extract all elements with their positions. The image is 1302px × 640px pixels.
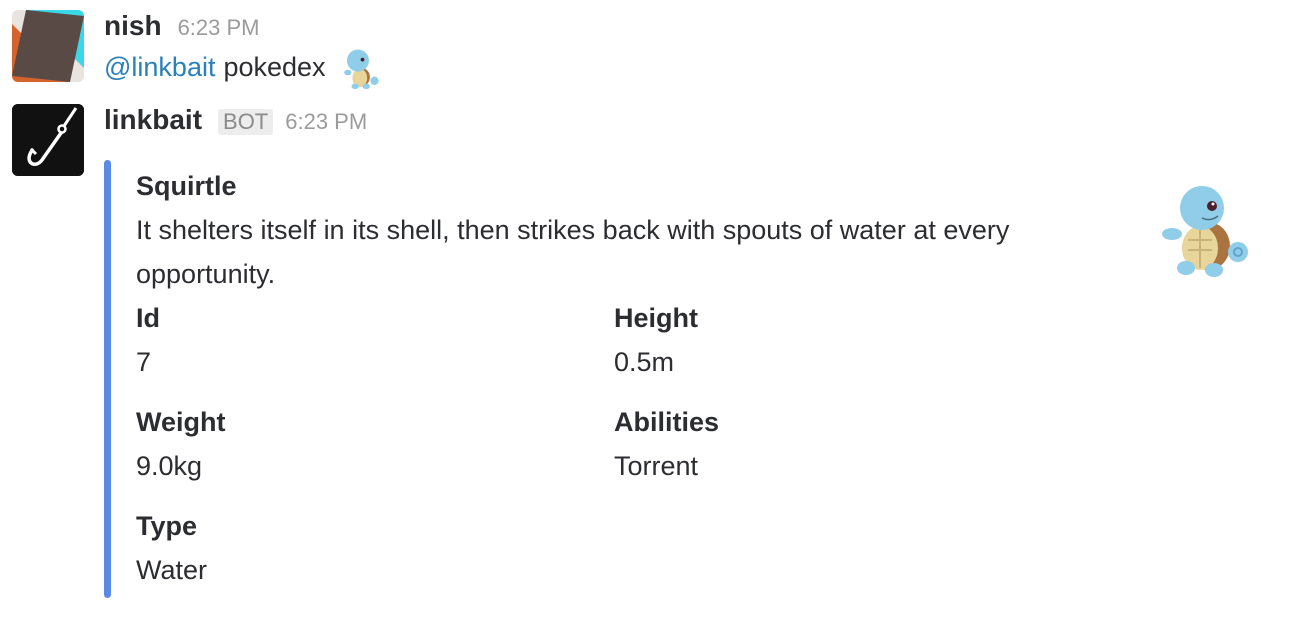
message-nish: nish 6:23 PM @linkbait pokedex (12, 10, 1282, 90)
field-title: Weight (136, 407, 226, 437)
field-value: 0.5m (614, 347, 675, 377)
field-value: 9.0kg (136, 451, 203, 481)
field-weight: Weight 9.0kg (136, 400, 614, 488)
user-mention[interactable]: @linkbait (104, 47, 215, 87)
sender-name[interactable]: nish (104, 10, 162, 42)
field-type: Type Water (136, 504, 614, 592)
field-value: Torrent (614, 451, 699, 481)
timestamp[interactable]: 6:23 PM (285, 109, 367, 135)
message-text: @linkbait pokedex (104, 44, 1282, 90)
avatar-nish[interactable] (12, 10, 84, 82)
attachment-text: It shelters itself in its shell, then st… (136, 215, 1010, 289)
field-height: Height 0.5m (614, 296, 1014, 384)
sender-name[interactable]: linkbait (104, 104, 202, 136)
avatar-nish-icon (12, 10, 84, 82)
avatar-linkbait[interactable] (12, 104, 84, 176)
fish-hook-icon (12, 104, 84, 176)
attachment-accent-bar (104, 160, 111, 598)
message-linkbait: linkbait BOT 6:23 PM Squirtle It shelter… (12, 104, 1282, 604)
squirtle-emoji-icon (334, 44, 380, 90)
pokedex-attachment: Squirtle It shelters itself in its shell… (104, 160, 1264, 598)
squirtle-icon[interactable] (1150, 178, 1250, 278)
field-title: Abilities (614, 407, 720, 437)
field-value: Water (136, 555, 208, 585)
timestamp[interactable]: 6:23 PM (178, 15, 260, 41)
message-body: pokedex (223, 52, 326, 82)
field-title: Height (614, 303, 698, 333)
field-id: Id 7 (136, 296, 614, 384)
field-title: Id (136, 303, 160, 333)
field-abilities: Abilities Torrent (614, 400, 1014, 488)
bot-badge: BOT (218, 109, 274, 135)
attachment-fields: Id 7 Height 0.5m Weight 9.0kg Abilities … (136, 296, 1036, 592)
field-title: Type (136, 511, 198, 541)
attachment-title: Squirtle (136, 171, 237, 201)
field-value: 7 (136, 347, 152, 377)
